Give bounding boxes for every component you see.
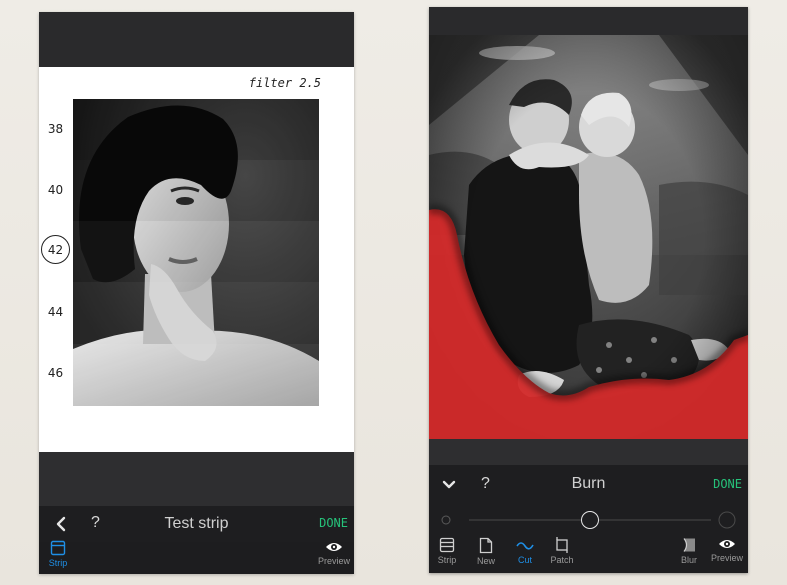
strip-icon: [50, 540, 66, 556]
cut-curve-icon: [516, 542, 534, 550]
test-strip-screen: filter 2.5 38 40 42 44 46 ? Test strip D…: [39, 12, 354, 574]
strip-icon: [439, 537, 455, 553]
toolbar-item-strip[interactable]: Strip: [46, 540, 70, 568]
toolbar-item-preview[interactable]: Preview: [317, 540, 351, 566]
strip-number-42[interactable]: 42: [39, 243, 72, 257]
toolbar-label: Preview: [710, 553, 743, 563]
toolbar-item-new[interactable]: New: [474, 537, 498, 566]
test-strip-paper: filter 2.5 38 40 42 44 46: [39, 67, 354, 452]
toolbar-label: Strip: [48, 558, 68, 568]
eye-icon: [719, 540, 735, 548]
toolbar-item-preview[interactable]: Preview: [710, 537, 744, 563]
filter-label: filter 2.5: [248, 76, 321, 90]
strip-number-44[interactable]: 44: [39, 305, 72, 319]
eye-icon: [326, 543, 342, 551]
exposure-band-44: [73, 282, 319, 344]
test-strip-photo: [73, 99, 319, 406]
toolbar-item-strip[interactable]: Strip: [435, 537, 459, 565]
toolbar-item-patch[interactable]: Patch: [549, 537, 575, 565]
exposure-band-46: [73, 344, 319, 406]
exposure-band-42: [73, 221, 319, 282]
page-title: Test strip: [164, 515, 229, 532]
exposure-band-38: [73, 99, 319, 160]
patch-icon: [556, 537, 568, 553]
new-document-icon: [479, 537, 493, 554]
toolbar-item-cut[interactable]: Cut: [513, 537, 537, 565]
toolbar-item-blur[interactable]: Blur: [677, 537, 701, 565]
strip-number-46[interactable]: 46: [39, 366, 72, 380]
toolbar-label: Blur: [680, 555, 697, 565]
top-bar: [39, 12, 354, 67]
intensity-slider[interactable]: [429, 503, 748, 537]
controls-spacer: [429, 439, 748, 465]
tool-bar: Strip New Cut Patch Blur Preview: [429, 537, 748, 573]
done-button[interactable]: DONE: [319, 516, 348, 530]
top-bar: [429, 7, 748, 35]
toolbar-label: Strip: [437, 555, 457, 565]
exposure-band-40: [73, 160, 319, 221]
burn-screen: ? Burn DONE Strip New Cut Patch Blur Pre…: [429, 7, 748, 573]
strip-number-40[interactable]: 40: [39, 183, 72, 197]
done-button[interactable]: DONE: [713, 477, 742, 491]
page-title: Burn: [571, 475, 606, 492]
toolbar-label: New: [476, 556, 495, 566]
right-header-bar: ? Burn DONE: [429, 465, 748, 503]
edit-canvas[interactable]: [429, 35, 748, 439]
strip-number-38[interactable]: 38: [39, 122, 72, 136]
controls-spacer: [39, 452, 354, 506]
photo-with-burn-mask: [429, 35, 748, 439]
blur-icon: [683, 538, 695, 552]
left-header-bar: ? Test strip DONE: [39, 506, 354, 542]
toolbar-label: Cut: [517, 555, 532, 565]
toolbar-label: Patch: [550, 555, 574, 565]
slider-knob[interactable]: [581, 511, 599, 529]
toolbar-label: Preview: [317, 556, 350, 566]
